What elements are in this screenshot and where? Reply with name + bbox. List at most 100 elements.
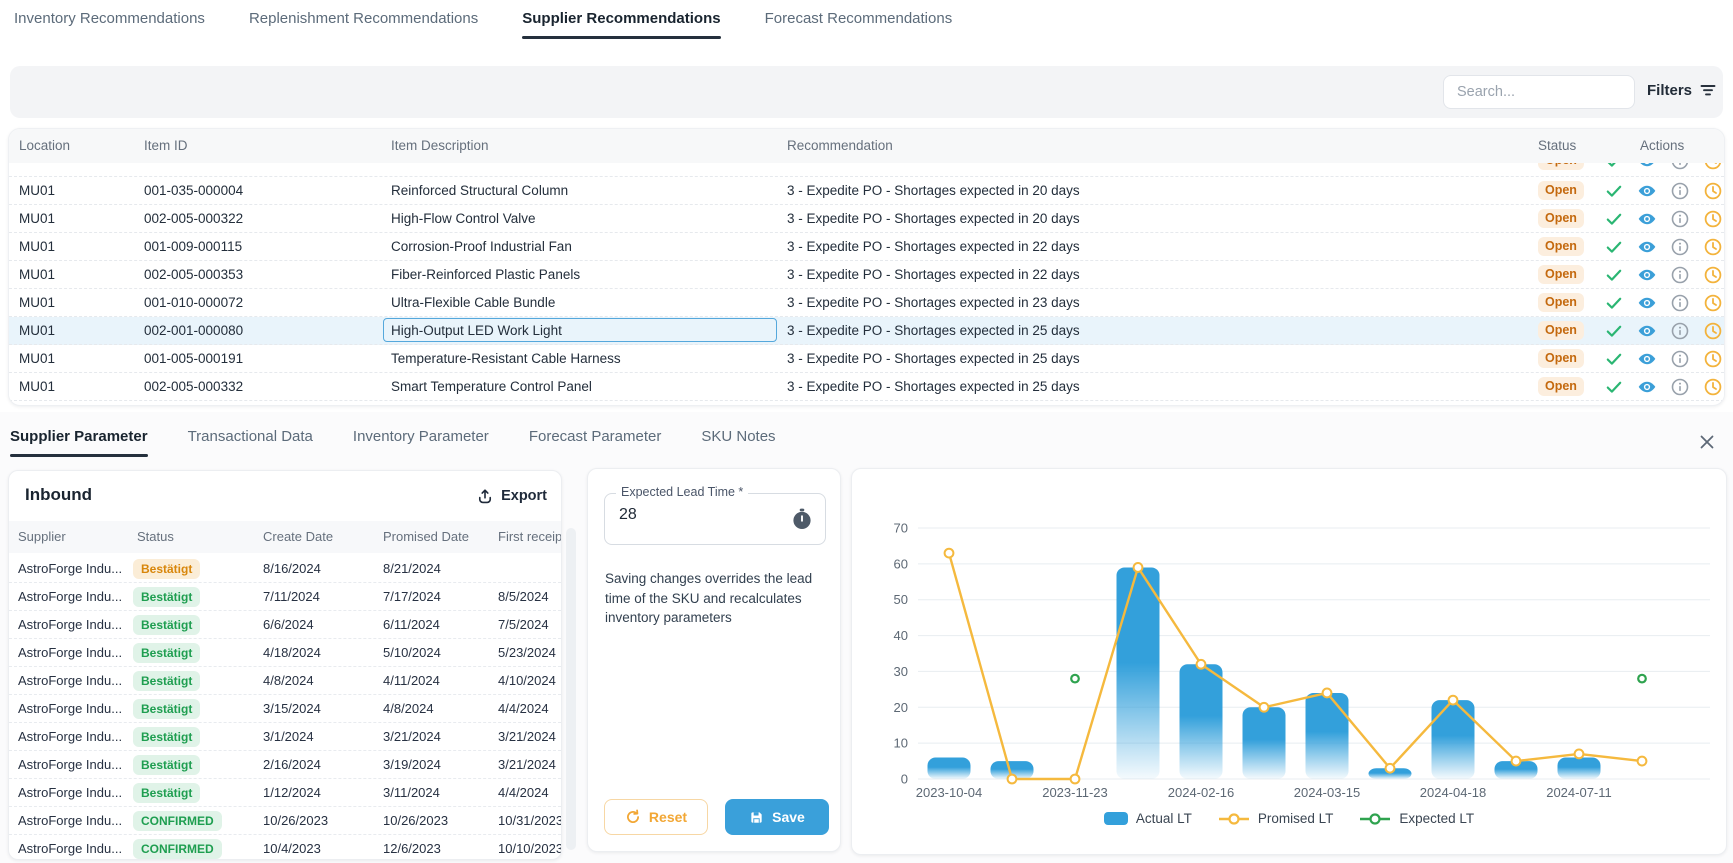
status-badge: Open [1538,321,1584,340]
tab-inventory-parameter[interactable]: Inventory Parameter [353,428,489,455]
approve-check-icon[interactable] [1604,321,1624,341]
approve-check-icon[interactable] [1604,237,1624,257]
info-icon[interactable] [1670,181,1690,201]
inbound-row[interactable]: AstroForge Indu...Bestätigt7/11/20247/17… [9,583,561,611]
approve-check-icon[interactable] [1604,377,1624,397]
view-eye-icon[interactable] [1637,293,1657,313]
table-row[interactable]: MU01002-001-000080High-Output LED Work L… [9,317,1724,345]
snooze-clock-icon[interactable] [1703,321,1723,341]
approve-check-icon[interactable] [1604,181,1624,201]
lead-time-input[interactable] [619,506,769,524]
inbound-row[interactable]: AstroForge Indu...Bestätigt2/16/20243/19… [9,751,561,779]
legend-item-actual-lt[interactable]: Actual LT [1104,811,1192,826]
tab-inventory-recommendations[interactable]: Inventory Recommendations [14,10,205,37]
close-icon[interactable] [1697,432,1717,452]
info-icon[interactable] [1670,163,1690,171]
view-eye-icon[interactable] [1637,321,1657,341]
column-header-supplier: Supplier [18,521,66,553]
view-eye-icon[interactable] [1637,181,1657,201]
top-tab-bar: Inventory Recommendations Replenishment R… [14,10,952,37]
approve-check-icon[interactable] [1604,265,1624,285]
active-tab-underline [522,36,720,39]
bar-actual-lt [1180,664,1223,779]
tab-forecast-recommendations[interactable]: Forecast Recommendations [765,10,953,37]
column-header-first-receipt: First receipt [498,521,562,553]
tab-supplier-parameter[interactable]: Supplier Parameter [10,428,148,455]
inbound-row[interactable]: AstroForge Indu...Bestätigt6/6/20246/11/… [9,611,561,639]
info-icon[interactable] [1670,321,1690,341]
lead-time-chart: 0102030405060702023-10-042023-11-232024-… [851,468,1727,855]
cell-first-receipt: 10/10/2023 [498,835,562,860]
inbound-scrollbar[interactable] [566,528,576,850]
inbound-row[interactable]: AstroForge Indu...Bestätigt1/12/20243/11… [9,779,561,807]
snooze-clock-icon[interactable] [1703,237,1723,257]
snooze-clock-icon[interactable] [1703,209,1723,229]
x-axis-label: 2023-10-04 [916,785,983,800]
cell-create-date: 10/4/2023 [263,835,321,860]
table-row[interactable]: MU01001-010-000072Ultra-Flexible Cable B… [9,289,1724,317]
tab-sku-notes[interactable]: SKU Notes [701,428,775,455]
tab-supplier-recommendations[interactable]: Supplier Recommendations [522,10,720,37]
snooze-clock-icon[interactable] [1703,163,1723,171]
status-badge: Open [1538,181,1584,200]
view-eye-icon[interactable] [1637,163,1657,171]
cell-promised-date: 3/11/2024 [383,779,440,807]
table-row[interactable]: MU01002-005-000322High-Flow Control Valv… [9,205,1724,233]
save-button[interactable]: Save [725,799,829,835]
point-expected-lt [1638,675,1646,683]
info-icon[interactable] [1670,237,1690,257]
tab-transactional-data[interactable]: Transactional Data [188,428,313,455]
inbound-row[interactable]: AstroForge Indu...Bestätigt4/18/20245/10… [9,639,561,667]
cell-location: MU01 [19,289,55,317]
cell-first-receipt: 4/4/2024 [498,779,549,807]
inbound-title: Inbound [25,485,92,505]
export-button[interactable]: Export [476,487,547,505]
view-eye-icon[interactable] [1637,209,1657,229]
table-row-partial[interactable]: Open [9,163,1724,177]
info-icon[interactable] [1670,265,1690,285]
inbound-row[interactable]: AstroForge Indu...Bestätigt8/16/20248/21… [9,555,561,583]
tab-label: SKU Notes [701,428,775,445]
point-promised-lt [1071,775,1080,784]
legend-item-promised-lt[interactable]: Promised LT [1218,811,1334,826]
snooze-clock-icon[interactable] [1703,349,1723,369]
snooze-clock-icon[interactable] [1703,265,1723,285]
approve-check-icon[interactable] [1604,349,1624,369]
inbound-row[interactable]: AstroForge Indu...Bestätigt3/15/20244/8/… [9,695,561,723]
info-icon[interactable] [1670,209,1690,229]
tab-replenishment-recommendations[interactable]: Replenishment Recommendations [249,10,478,37]
reset-button[interactable]: Reset [604,799,708,835]
approve-check-icon[interactable] [1604,293,1624,313]
approve-check-icon[interactable] [1604,163,1624,171]
view-eye-icon[interactable] [1637,349,1657,369]
status-badge: Bestätigt [133,587,200,607]
table-row[interactable]: MU01001-009-000115Corrosion-Proof Indust… [9,233,1724,261]
table-row[interactable]: MU01002-005-000353Fiber-Reinforced Plast… [9,261,1724,289]
view-eye-icon[interactable] [1637,237,1657,257]
inbound-row[interactable]: AstroForge Indu...CONFIRMED10/26/202310/… [9,807,561,835]
legend-item-expected-lt[interactable]: Expected LT [1359,811,1474,826]
status-badge: Open [1538,209,1584,228]
search-input[interactable] [1443,75,1635,109]
snooze-clock-icon[interactable] [1703,181,1723,201]
tab-forecast-parameter[interactable]: Forecast Parameter [529,428,662,455]
table-row[interactable]: MU01002-005-000332Smart Temperature Cont… [9,373,1724,401]
inbound-row[interactable]: AstroForge Indu...Bestätigt3/1/20243/21/… [9,723,561,751]
cell-promised-date: 7/17/2024 [383,583,441,611]
inbound-row[interactable]: AstroForge Indu...CONFIRMED10/4/202312/6… [9,835,561,860]
cell-supplier: AstroForge Indu... [18,639,130,667]
cell-promised-date: 4/11/2024 [383,667,440,695]
snooze-clock-icon[interactable] [1703,293,1723,313]
view-eye-icon[interactable] [1637,265,1657,285]
snooze-clock-icon[interactable] [1703,377,1723,397]
table-row[interactable]: MU01001-035-000004Reinforced Structural … [9,177,1724,205]
inbound-row[interactable]: AstroForge Indu...Bestätigt4/8/20244/11/… [9,667,561,695]
status-badge: Open [1538,237,1584,256]
table-row[interactable]: MU01001-005-000191Temperature-Resistant … [9,345,1724,373]
info-icon[interactable] [1670,293,1690,313]
info-icon[interactable] [1670,377,1690,397]
info-icon[interactable] [1670,349,1690,369]
approve-check-icon[interactable] [1604,209,1624,229]
filters-button[interactable]: Filters [1647,81,1717,99]
view-eye-icon[interactable] [1637,377,1657,397]
